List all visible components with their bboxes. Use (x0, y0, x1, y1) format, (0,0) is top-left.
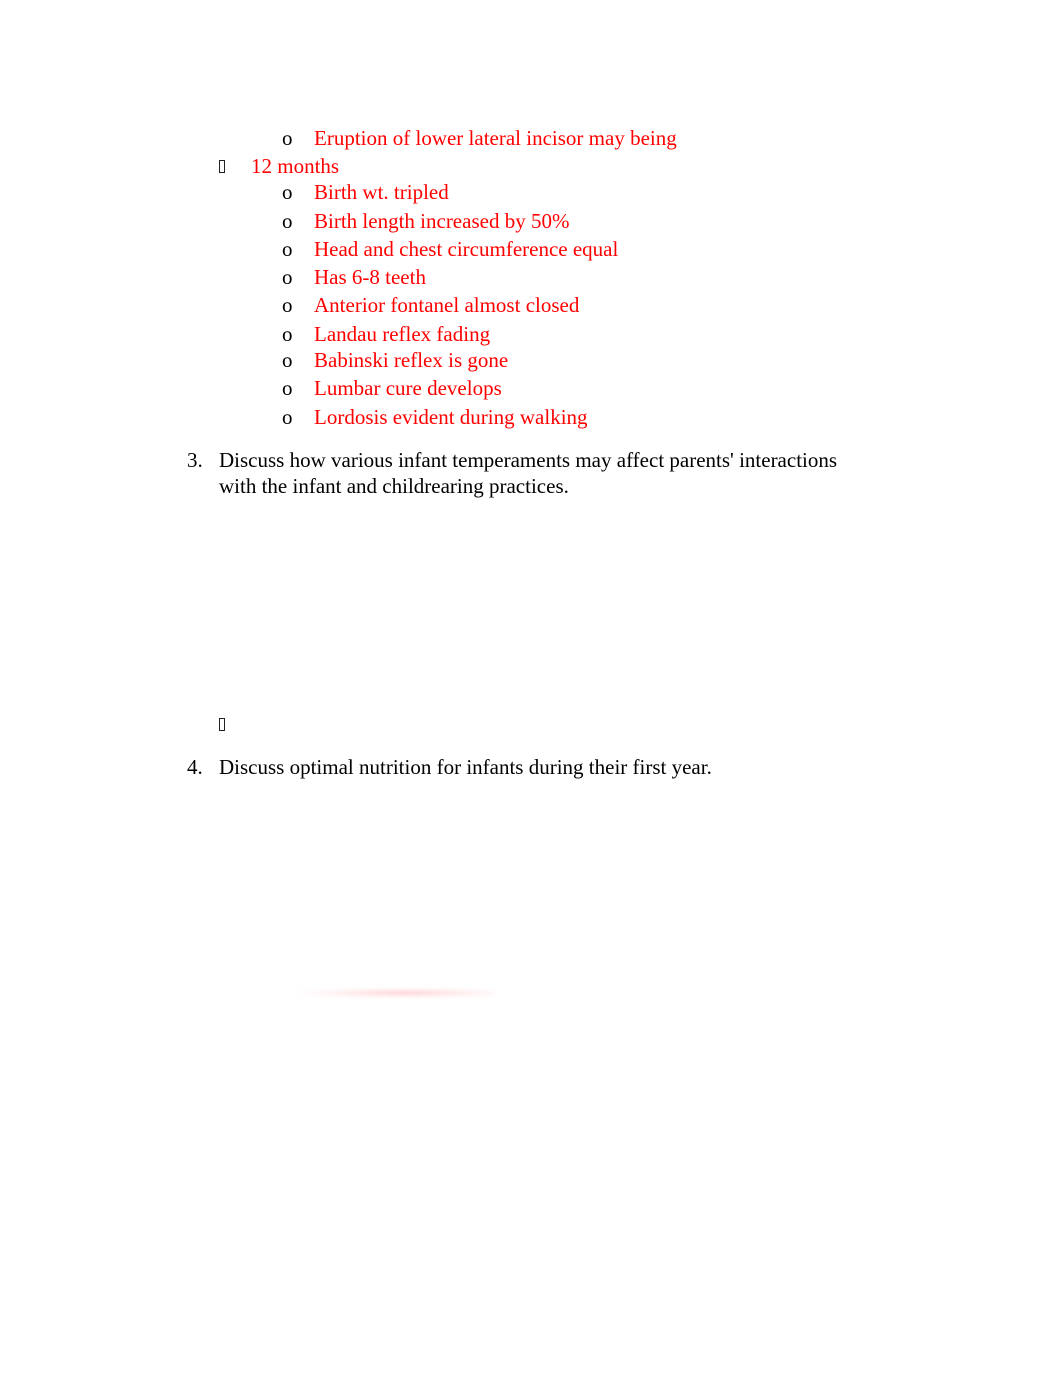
list-item: Birth wt. tripled (314, 180, 449, 204)
question-number: 3. (187, 448, 203, 472)
list-item: Landau reflex fading (314, 322, 491, 346)
sub-bullet-marker: o (282, 293, 293, 317)
sub-bullet-marker: o (282, 265, 293, 289)
list-item: Has 6-8 teeth (314, 265, 426, 289)
sub-bullet-marker: o (282, 376, 293, 400)
list-item: Anterior fontanel almost closed (314, 293, 580, 317)
square-bullet-icon (219, 154, 225, 178)
sub-bullet-marker: o (282, 405, 293, 429)
sub-bullet-marker: o (282, 348, 293, 372)
list-item: Head and chest circumference equal (314, 237, 619, 261)
sub-bullet-marker: o (282, 180, 293, 204)
list-item: Lordosis evident during walking (314, 405, 588, 429)
blurred-highlight-artifact (295, 989, 495, 997)
section-label-12-months: 12 months (251, 154, 340, 178)
square-bullet-icon (219, 712, 225, 736)
question-text-continued: with the infant and childrearing practic… (219, 474, 569, 498)
list-item: Birth length increased by 50% (314, 209, 570, 233)
sub-bullet-marker: o (282, 237, 293, 261)
list-item: Eruption of lower lateral incisor may be… (314, 126, 677, 150)
question-text: Discuss optimal nutrition for infants du… (219, 755, 712, 779)
list-item: Babinski reflex is gone (314, 348, 509, 372)
question-text: Discuss how various infant temperaments … (219, 448, 838, 472)
question-number: 4. (187, 755, 203, 779)
sub-bullet-marker: o (282, 209, 293, 233)
sub-bullet-marker: o (282, 126, 293, 150)
sub-bullet-marker: o (282, 322, 293, 346)
list-item: Lumbar cure develops (314, 376, 502, 400)
